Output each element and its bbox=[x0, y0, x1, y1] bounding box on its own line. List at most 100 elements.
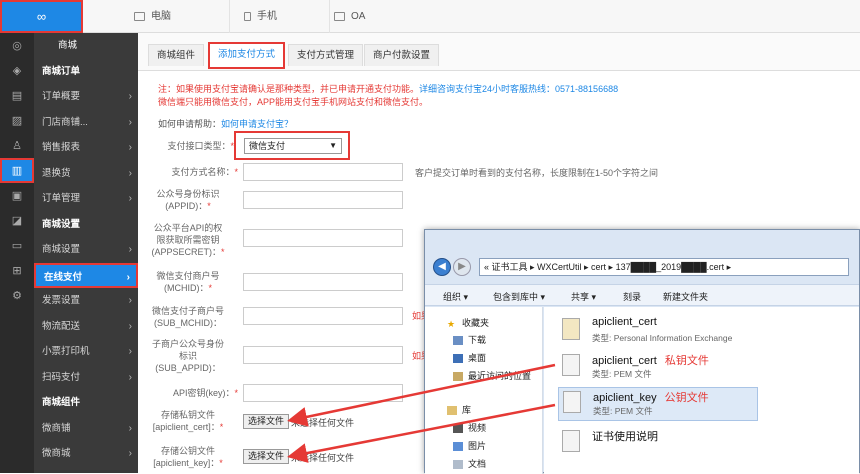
new-folder-button[interactable]: 新建文件夹 bbox=[663, 290, 708, 303]
help-link[interactable]: 如何申请支付宝？ bbox=[221, 119, 293, 129]
key-file-button[interactable]: 选择文件 bbox=[243, 449, 289, 464]
payment-name-input[interactable] bbox=[243, 163, 403, 181]
tab-payment-management[interactable]: 支付方式管理 bbox=[288, 44, 364, 66]
file-item-selected[interactable]: apiclient_key 公钥文件 类型: PEM 文件 bbox=[558, 387, 758, 421]
bag-icon[interactable]: ▣ bbox=[0, 183, 34, 208]
menu-micro-shop[interactable]: 微商铺 › bbox=[34, 416, 138, 442]
nav-favorites[interactable]: ★ 收藏夹 bbox=[447, 316, 489, 329]
burn-button[interactable]: 刻录 bbox=[623, 290, 641, 303]
video-icon bbox=[453, 424, 463, 434]
nav-documents[interactable]: 文档 bbox=[453, 457, 486, 470]
tab-mobile[interactable]: 手机 bbox=[240, 0, 330, 33]
address-bar[interactable]: « 证书工具 ▸ WXCertUtil ▸ cert ▸ 137████_201… bbox=[479, 258, 849, 276]
id-card-icon[interactable]: ▭ bbox=[0, 233, 34, 258]
menu-order-management[interactable]: 订单管理 › bbox=[34, 186, 138, 212]
chevron-right-icon: › bbox=[126, 271, 130, 283]
menu-returns[interactable]: 退换货 › bbox=[34, 161, 138, 187]
cert-file-label: 存储私钥文件 [apiclient_cert]：* bbox=[152, 410, 224, 432]
nav-desktop[interactable]: 桌面 bbox=[453, 351, 486, 364]
chevron-right-icon: › bbox=[128, 167, 132, 179]
tab-merchant-payment[interactable]: 商户付款设置 bbox=[364, 44, 440, 66]
tab-desktop[interactable]: 电脑 bbox=[130, 0, 230, 33]
side-menu: 商城 商城订单 订单概要 › 门店商铺... › 销售报表 › 退换货 › 订单管理 › … bbox=[34, 33, 138, 473]
menu-sales-report[interactable]: 销售报表 › bbox=[34, 135, 138, 161]
mchid-input[interactable] bbox=[243, 273, 403, 291]
menu-scan-pay[interactable]: 扫码支付 › bbox=[34, 365, 138, 391]
desktop-icon bbox=[453, 354, 463, 364]
chevron-right-icon: › bbox=[128, 371, 132, 383]
menu-invoice-settings[interactable]: 发票设置 › bbox=[34, 288, 138, 314]
oa-icon bbox=[334, 11, 345, 21]
notice-text: 注：如果使用支付宝请确认是那种类型，并已申请开通支付功能。详细咨询支付宝24小时… bbox=[158, 84, 619, 107]
pictures-icon bbox=[453, 442, 463, 452]
organize-button[interactable]: 组织 ▾ bbox=[443, 290, 468, 303]
nav-recent[interactable]: 最近访问的位置 bbox=[453, 369, 531, 382]
cube-icon[interactable]: ◈ bbox=[0, 58, 34, 83]
logo-link-icon[interactable]: ∞ bbox=[0, 0, 83, 33]
type-label: 支付接口类型：* bbox=[167, 141, 234, 151]
file-item[interactable]: 证书使用说明 bbox=[562, 427, 822, 461]
menu-header-components: 商城组件 bbox=[42, 397, 81, 408]
sub-appid-label: 子商户公众号身份 标识 (SUB_APPID)： bbox=[151, 339, 224, 373]
certificate-file-icon bbox=[562, 318, 580, 340]
compass-icon[interactable]: ◎ bbox=[0, 33, 34, 58]
cert-file-button[interactable]: 选择文件 bbox=[243, 414, 289, 429]
nav-videos[interactable]: 视频 bbox=[453, 421, 486, 434]
nav-pictures[interactable]: 图片 bbox=[453, 439, 486, 452]
include-library-button[interactable]: 包含到库中 ▾ bbox=[493, 290, 545, 303]
menu-logistics[interactable]: 物流配送 › bbox=[34, 314, 138, 340]
trend-icon[interactable]: ◪ bbox=[0, 208, 34, 233]
menu-receipt-printer[interactable]: 小票打印机 › bbox=[34, 339, 138, 365]
menu-shop[interactable]: 商城 bbox=[34, 33, 138, 59]
sub-appid-input[interactable] bbox=[243, 346, 403, 364]
menu-shop-settings[interactable]: 商城设置 › bbox=[34, 237, 138, 263]
nav-libraries[interactable]: 库 bbox=[447, 403, 471, 416]
explorer-window[interactable]: ◀ ▶ « 证书工具 ▸ WXCertUtil ▸ cert ▸ 137████… bbox=[424, 229, 860, 474]
appsecret-input[interactable] bbox=[243, 229, 403, 247]
file-item[interactable]: apiclient_cert 类型: Personal Information … bbox=[562, 315, 822, 349]
nav-downloads[interactable]: 下载 bbox=[453, 333, 486, 346]
chevron-right-icon: › bbox=[128, 295, 132, 306]
chevron-right-icon: › bbox=[128, 346, 132, 357]
clipboard-icon[interactable]: ▥ bbox=[0, 158, 34, 183]
private-key-tag: 私钥文件 bbox=[664, 355, 709, 367]
download-folder-icon bbox=[453, 336, 463, 346]
tab-add-payment[interactable]: 添加支付方式 bbox=[208, 42, 286, 69]
tab-bar: 商城组件 添加支付方式 支付方式管理 商户付款设置 bbox=[138, 33, 860, 71]
grid-icon[interactable]: ⊞ bbox=[0, 258, 34, 283]
tab-shop-components[interactable]: 商城组件 bbox=[148, 44, 205, 66]
menu-micro-mall[interactable]: 微商城 › bbox=[34, 441, 138, 467]
recent-places-icon bbox=[453, 372, 463, 382]
sub-mchid-input[interactable] bbox=[243, 307, 403, 325]
chevron-right-icon: › bbox=[128, 244, 132, 255]
chevron-right-icon: › bbox=[128, 193, 132, 204]
image-icon[interactable]: ▨ bbox=[0, 108, 34, 133]
hotline-link[interactable]: 详细咨询支付宝24小时客服热线：0571-88156688 bbox=[419, 84, 618, 94]
caret-down-icon: ▼ bbox=[329, 141, 337, 150]
share-button[interactable]: 共享 ▾ bbox=[571, 290, 596, 303]
payment-type-select[interactable]: 微信支付 ▼ bbox=[244, 138, 342, 154]
apikey-input[interactable] bbox=[243, 384, 403, 402]
pem-file-icon bbox=[562, 354, 580, 376]
monitor-icon bbox=[134, 11, 145, 21]
menu-online-payment[interactable]: 在线支付 › bbox=[34, 262, 138, 288]
address-row: ◀ ▶ « 证书工具 ▸ WXCertUtil ▸ cert ▸ 137████… bbox=[431, 256, 857, 278]
back-icon[interactable]: ◀ bbox=[433, 258, 451, 276]
appid-input[interactable] bbox=[243, 191, 403, 209]
forward-icon[interactable]: ▶ bbox=[453, 258, 471, 276]
chevron-right-icon: › bbox=[128, 422, 132, 434]
phone-icon bbox=[244, 11, 251, 21]
menu-order-summary[interactable]: 订单概要 › bbox=[34, 84, 138, 110]
chevron-right-icon: › bbox=[128, 142, 132, 153]
command-bar: 组织 ▾ 包含到库中 ▾ 共享 ▾ 刻录 新建文件夹 bbox=[425, 284, 859, 306]
user-icon[interactable]: ♙ bbox=[0, 133, 34, 158]
document-icon[interactable]: ▤ bbox=[0, 83, 34, 108]
chevron-right-icon: › bbox=[128, 91, 132, 102]
menu-stores[interactable]: 门店商铺... › bbox=[34, 110, 138, 136]
help-line: 如何申请帮助：如何申请支付宝？ bbox=[158, 119, 294, 129]
menu-header-settings: 商城设置 bbox=[42, 218, 81, 230]
settings-icon[interactable]: ⚙ bbox=[0, 283, 34, 308]
file-item[interactable]: apiclient_cert 私钥文件 类型: PEM 文件 bbox=[562, 351, 822, 385]
tab-oa[interactable]: OA bbox=[330, 0, 420, 33]
public-key-tag: 公钥文件 bbox=[664, 392, 709, 404]
